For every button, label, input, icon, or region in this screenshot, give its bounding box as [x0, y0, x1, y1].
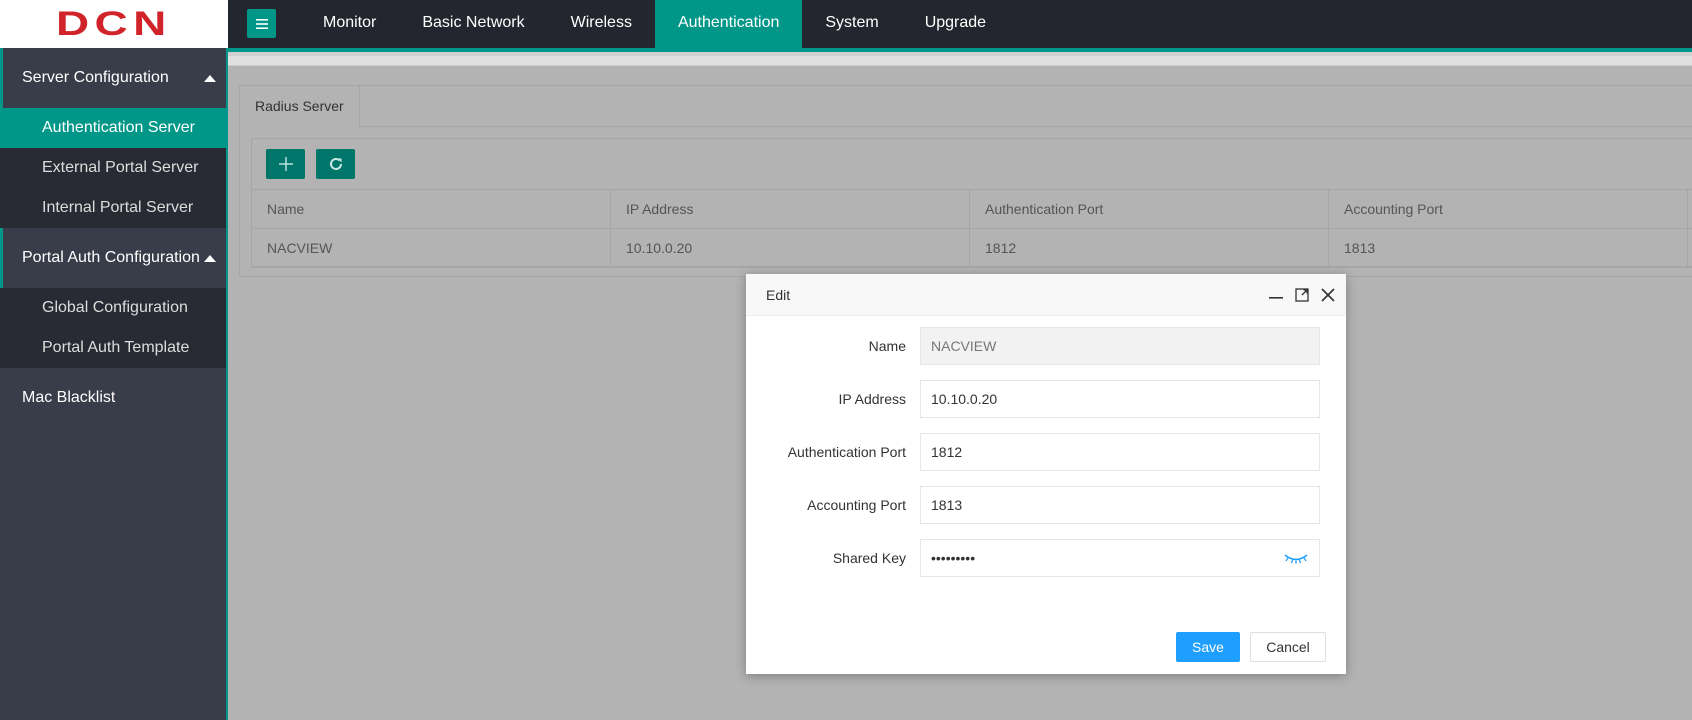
top-navbar: Monitor Basic Network Wireless Authentic…	[228, 0, 1692, 48]
cell-name: NACVIEW	[252, 229, 611, 266]
nav-authentication[interactable]: Authentication	[654, 0, 803, 48]
add-button[interactable]	[266, 149, 305, 179]
dialog-header: Edit	[746, 274, 1346, 316]
shared-key-value: •••••••••	[931, 550, 976, 566]
radius-server-panel: Name IP Address Authentication Port Acco…	[251, 138, 1692, 268]
sidebar-group-label: Portal Auth Configuration	[22, 249, 200, 266]
sidebar-group-portal-auth-configuration[interactable]: Portal Auth Configuration	[0, 228, 228, 288]
tab-radius-server[interactable]: Radius Server	[240, 86, 360, 128]
refresh-icon	[329, 157, 342, 170]
menu-toggle-icon[interactable]	[247, 9, 276, 38]
shared-key-label: Shared Key	[832, 550, 906, 566]
radius-server-table: Name IP Address Authentication Port Acco…	[252, 189, 1692, 267]
content-header-strip	[228, 52, 1692, 66]
logo-text: DCN	[56, 4, 172, 43]
shared-key-field[interactable]: •••••••••	[920, 539, 1320, 577]
accounting-port-label: Accounting Port	[807, 497, 906, 513]
nav-wireless[interactable]: Wireless	[548, 0, 655, 48]
maximize-icon[interactable]	[1294, 287, 1310, 303]
sidebar-group-mac-blacklist[interactable]: Mac Blacklist	[0, 368, 228, 428]
table-row[interactable]: NACVIEW 10.10.0.20 1812 1813	[252, 228, 1692, 267]
sidebar-group-label: Mac Blacklist	[22, 389, 116, 406]
sidebar-item-external-portal-server[interactable]: External Portal Server	[0, 148, 228, 188]
sidebar-item-global-configuration[interactable]: Global Configuration	[0, 288, 228, 328]
caret-up-icon	[204, 75, 216, 82]
sidebar: Server Configuration Authentication Serv…	[0, 48, 228, 720]
ip-address-label: IP Address	[838, 391, 906, 407]
column-header-ip-address[interactable]: IP Address	[611, 190, 970, 228]
sidebar-group-label: Server Configuration	[22, 69, 169, 86]
sidebar-group-server-configuration[interactable]: Server Configuration	[0, 48, 228, 108]
form-row-name: Name NACVIEW	[746, 327, 1346, 365]
cell-authentication-port: 1812	[970, 229, 1329, 266]
logo: DCN	[0, 0, 228, 48]
radius-server-card: Radius Server Name IP Address Authentica…	[239, 85, 1692, 277]
form-row-ip-address: IP Address 10.10.0.20	[746, 380, 1346, 418]
edit-dialog: Edit Name NACVIEW IP Address 10.10.0.20 …	[746, 274, 1346, 674]
nav-basic-network[interactable]: Basic Network	[399, 0, 547, 48]
close-icon[interactable]	[1320, 287, 1336, 303]
nav-system[interactable]: System	[802, 0, 901, 48]
form-row-accounting-port: Accounting Port 1813	[746, 486, 1346, 524]
main-nav: Monitor Basic Network Wireless Authentic…	[300, 0, 1009, 48]
authentication-port-label: Authentication Port	[787, 444, 906, 460]
save-button[interactable]: Save	[1176, 632, 1240, 662]
dialog-controls	[1268, 274, 1336, 316]
form-row-shared-key: Shared Key •••••••••	[746, 539, 1346, 577]
cancel-button[interactable]: Cancel	[1250, 632, 1326, 662]
column-header-authentication-port[interactable]: Authentication Port	[970, 190, 1329, 228]
sidebar-edge	[226, 48, 228, 720]
eye-closed-icon[interactable]	[1283, 550, 1309, 566]
tab-bar: Radius Server	[240, 86, 1692, 128]
table-header-row: Name IP Address Authentication Port Acco…	[252, 189, 1692, 228]
nav-upgrade[interactable]: Upgrade	[902, 0, 1009, 48]
ip-address-field[interactable]: 10.10.0.20	[920, 380, 1320, 418]
cell-ip-address: 10.10.0.20	[611, 229, 970, 266]
cell-accounting-port: 1813	[1329, 229, 1688, 266]
dialog-title: Edit	[766, 287, 791, 303]
plus-icon	[278, 157, 293, 171]
sidebar-item-authentication-server[interactable]: Authentication Server	[0, 108, 228, 148]
caret-up-icon	[204, 255, 216, 262]
nav-monitor[interactable]: Monitor	[300, 0, 399, 48]
accounting-port-field[interactable]: 1813	[920, 486, 1320, 524]
content-header-inner	[228, 56, 1692, 66]
column-header-accounting-port[interactable]: Accounting Port	[1329, 190, 1688, 228]
form-row-authentication-port: Authentication Port 1812	[746, 433, 1346, 471]
refresh-button[interactable]	[316, 149, 355, 179]
minimize-icon[interactable]	[1268, 287, 1284, 303]
sidebar-item-internal-portal-server[interactable]: Internal Portal Server	[0, 188, 228, 228]
sidebar-item-portal-auth-template[interactable]: Portal Auth Template	[0, 328, 228, 368]
column-header-name[interactable]: Name	[252, 190, 611, 228]
authentication-port-field[interactable]: 1812	[920, 433, 1320, 471]
name-field: NACVIEW	[920, 327, 1320, 365]
name-label: Name	[868, 338, 906, 354]
